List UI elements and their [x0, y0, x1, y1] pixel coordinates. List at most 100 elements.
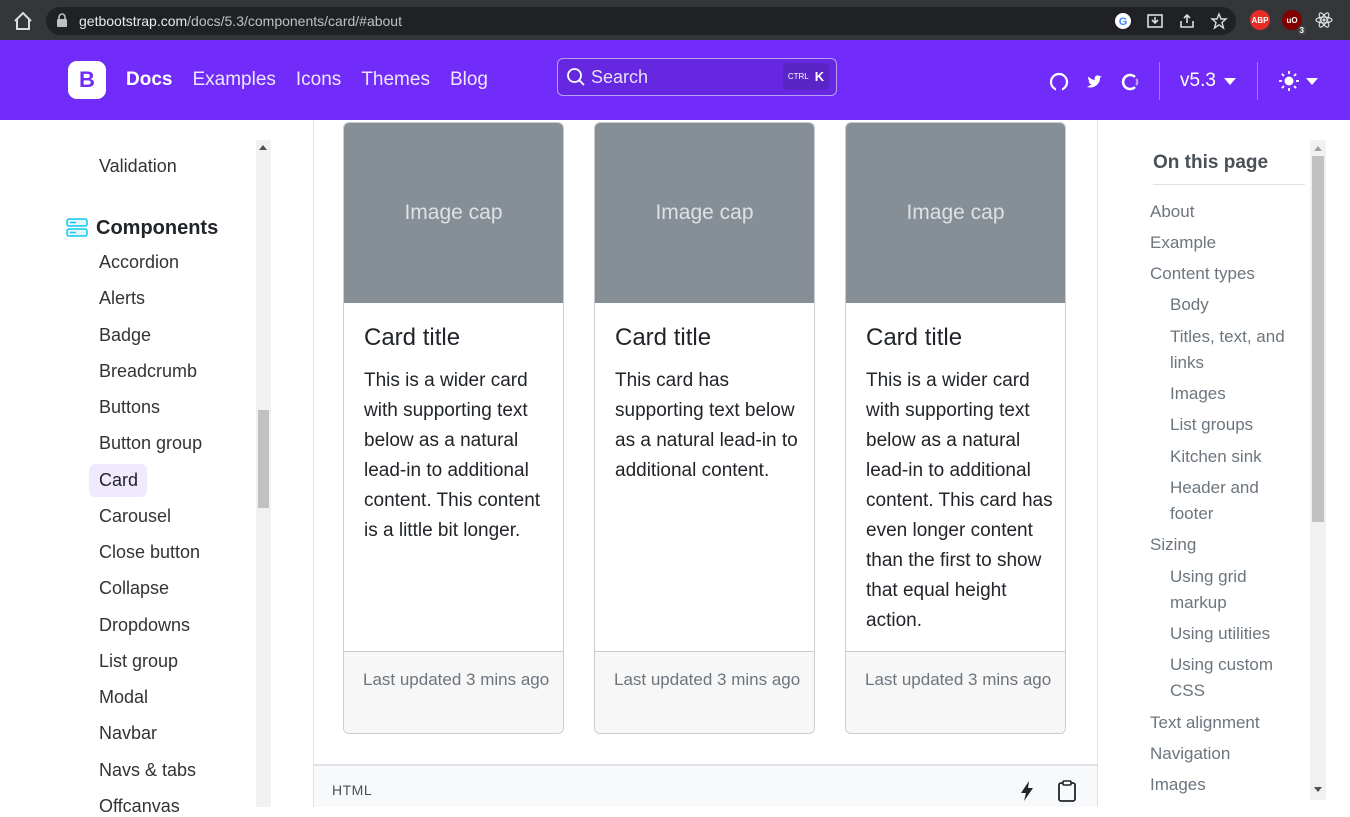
toc-link-sizing[interactable]: Sizing: [1150, 532, 1196, 558]
toc-link-navigation[interactable]: Navigation: [1150, 741, 1230, 767]
sidebar-item-collapse[interactable]: Collapse: [99, 578, 169, 599]
search-icon: [566, 67, 586, 87]
sidebar-item-button-group[interactable]: Button group: [99, 433, 202, 454]
react-devtools-icon[interactable]: [1314, 10, 1334, 30]
card-image-cap: Image cap: [846, 123, 1065, 303]
navbar-divider: [1257, 62, 1258, 100]
card-2: Image cap Card title This card has suppo…: [594, 122, 815, 734]
sidebar-item-alerts[interactable]: Alerts: [99, 288, 145, 309]
toc-link-kitchen-sink[interactable]: Kitchen sink: [1170, 444, 1262, 470]
toc-link-example[interactable]: Example: [1150, 230, 1216, 256]
toc-title: On this page: [1153, 152, 1269, 173]
lock-icon[interactable]: [56, 13, 70, 29]
toc-link-text-alignment[interactable]: Text alignment: [1150, 710, 1260, 736]
card-text: This is a wider card with supporting tex…: [866, 370, 1053, 631]
toc-divider: [1153, 184, 1305, 185]
card-footer: Last updated 3 mins ago: [344, 651, 563, 733]
card-title: Card title: [615, 324, 712, 351]
toc-scrollbar-thumb[interactable]: [1312, 156, 1324, 522]
twitter-icon[interactable]: [1085, 72, 1105, 92]
nav-link-icons[interactable]: Icons: [296, 69, 341, 91]
main-nav: Docs Examples Icons Themes Blog: [126, 69, 488, 91]
card-footer: Last updated 3 mins ago: [595, 651, 814, 733]
chevron-down-icon: [1306, 77, 1318, 85]
theme-toggle[interactable]: [1278, 70, 1318, 92]
shortcut-ctrl: CTRL: [787, 72, 809, 81]
share-icon[interactable]: [1177, 11, 1197, 31]
toc-link-grid-markup[interactable]: Using grid markup: [1170, 564, 1270, 616]
card-title: Card title: [364, 324, 461, 351]
sidebar-item-validation[interactable]: Validation: [99, 156, 177, 177]
sidebar-scrollbar-thumb[interactable]: [258, 410, 269, 508]
version-dropdown[interactable]: v5.3: [1180, 70, 1236, 92]
sidebar-item-close-button[interactable]: Close button: [99, 542, 200, 563]
github-icon[interactable]: [1049, 72, 1069, 92]
card-text: This card has supporting text below as a…: [615, 370, 798, 481]
card-footer-text: Last updated 3 mins ago: [614, 670, 801, 689]
sun-icon: [1279, 71, 1299, 91]
bookmark-star-icon[interactable]: [1209, 11, 1229, 31]
toc-link-images[interactable]: Images: [1170, 381, 1226, 407]
sidebar-item-navs-tabs[interactable]: Navs & tabs: [99, 760, 196, 781]
google-lens-icon[interactable]: G: [1113, 11, 1133, 31]
nav-link-examples[interactable]: Examples: [192, 69, 275, 91]
extensions-bar: ABP uO 3: [1250, 10, 1334, 35]
sidebar-item-carousel[interactable]: Carousel: [99, 506, 171, 527]
adblock-plus-icon[interactable]: ABP: [1250, 10, 1270, 30]
nav-link-blog[interactable]: Blog: [450, 69, 488, 91]
scroll-up-arrow-icon[interactable]: [259, 145, 267, 150]
sidebar-item-badge[interactable]: Badge: [99, 325, 151, 346]
chevron-down-icon: [1223, 77, 1236, 85]
url-path: /docs/5.3/components/card/#about: [187, 13, 402, 29]
sidebar-item-navbar[interactable]: Navbar: [99, 723, 157, 744]
sidebar-item-modal[interactable]: Modal: [99, 687, 148, 708]
version-label: v5.3: [1180, 70, 1216, 91]
ublock-badge: 3: [1297, 26, 1306, 35]
toc-link-about[interactable]: About: [1150, 199, 1194, 225]
lightning-icon[interactable]: [1016, 780, 1038, 802]
card-footer: Last updated 3 mins ago: [846, 651, 1065, 733]
svg-text:G: G: [1119, 16, 1128, 28]
ublock-icon[interactable]: uO 3: [1282, 10, 1306, 35]
shortcut-key: K: [814, 69, 825, 84]
sidebar-item-card[interactable]: Card: [99, 470, 138, 491]
sidebar-item-breadcrumb[interactable]: Breadcrumb: [99, 361, 197, 382]
toc-link-custom-css[interactable]: Using custom CSS: [1170, 652, 1290, 704]
bootstrap-logo[interactable]: B: [68, 61, 106, 99]
scroll-up-arrow-icon[interactable]: [1314, 146, 1322, 151]
nav-link-themes[interactable]: Themes: [361, 69, 430, 91]
toc-link-list-groups[interactable]: List groups: [1170, 412, 1253, 438]
card-footer-text: Last updated 3 mins ago: [363, 670, 550, 689]
scroll-down-arrow-icon[interactable]: [1314, 787, 1322, 792]
url-text[interactable]: getbootstrap.com/docs/5.3/components/car…: [79, 13, 402, 29]
navbar-divider: [1159, 62, 1160, 100]
nav-link-docs[interactable]: Docs: [126, 69, 172, 91]
sidebar-section-components[interactable]: Components: [96, 217, 218, 240]
card-title: Card title: [866, 324, 963, 351]
toc-link-images-section[interactable]: Images: [1150, 772, 1206, 798]
card-text: This is a wider card with supporting tex…: [364, 370, 541, 541]
toc-link-body[interactable]: Body: [1170, 292, 1209, 318]
search-placeholder: Search: [591, 67, 649, 87]
card-image-cap: Image cap: [595, 123, 814, 303]
sidebar-item-accordion[interactable]: Accordion: [99, 252, 179, 273]
toc-link-header-footer[interactable]: Header and footer: [1170, 475, 1280, 527]
toc-link-utilities[interactable]: Using utilities: [1170, 621, 1270, 647]
card-image-cap: Image cap: [344, 123, 563, 303]
sidebar-item-dropdowns[interactable]: Dropdowns: [99, 615, 190, 636]
toc-link-content-types[interactable]: Content types: [1150, 261, 1255, 287]
sidebar-item-list-group[interactable]: List group: [99, 651, 178, 672]
card-footer-text: Last updated 3 mins ago: [865, 670, 1052, 689]
code-language-label: HTML: [332, 782, 373, 798]
home-icon[interactable]: [12, 10, 34, 32]
install-app-icon[interactable]: [1145, 11, 1165, 31]
opencollective-icon[interactable]: [1121, 72, 1141, 92]
url-domain: getbootstrap.com: [79, 13, 188, 29]
clipboard-icon[interactable]: [1056, 780, 1078, 802]
sidebar-item-buttons[interactable]: Buttons: [99, 397, 160, 418]
card-3: Image cap Card title This is a wider car…: [845, 122, 1066, 734]
search-shortcut: CTRL K: [783, 63, 829, 90]
toc-link-titles-text-links[interactable]: Titles, text, and links: [1170, 324, 1305, 376]
omnibox-actions: G: [1113, 11, 1229, 31]
card-1: Image cap Card title This is a wider car…: [343, 122, 564, 734]
